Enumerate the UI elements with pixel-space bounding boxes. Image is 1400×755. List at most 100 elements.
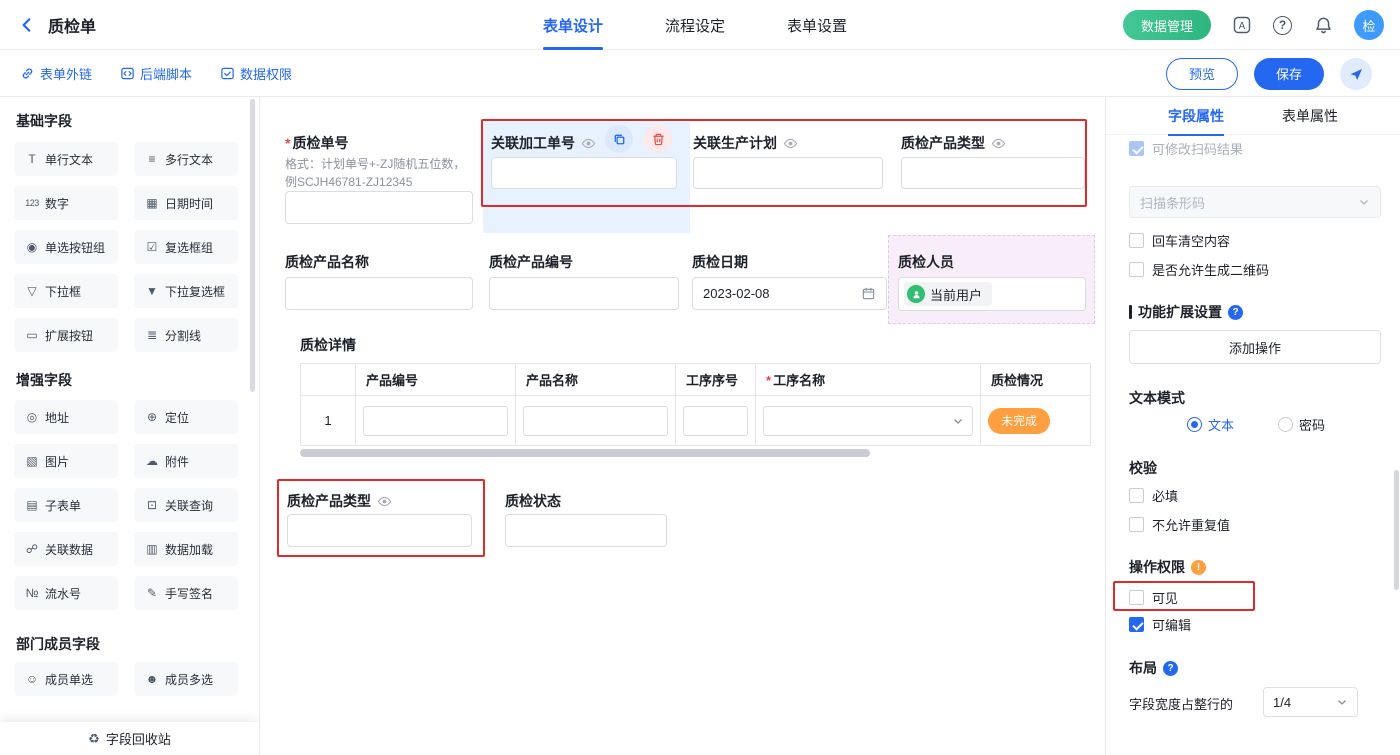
sidebar-item-member-multi[interactable]: ☻成员多选 — [134, 662, 238, 696]
translate-icon[interactable]: A — [1231, 14, 1253, 36]
data-load-icon: ▥ — [143, 542, 161, 556]
notification-bell-icon[interactable] — [1312, 14, 1334, 36]
tab-form-setting[interactable]: 表单设置 — [787, 0, 847, 50]
share-button[interactable] — [1340, 58, 1372, 90]
sidebar-item-extend-button[interactable]: ▭扩展按钮 — [14, 318, 118, 352]
sidebar-item-multi-line-text[interactable]: ≡多行文本 — [134, 142, 238, 176]
product-type-top-input[interactable] — [901, 157, 1085, 189]
checkbox-checked[interactable] — [1129, 617, 1144, 632]
sidebar-item-member-single[interactable]: ☺成员单选 — [14, 662, 118, 696]
radio-text[interactable]: 文本 — [1187, 415, 1234, 434]
required-checkbox-row[interactable]: 必填 — [1129, 486, 1178, 505]
warning-info-icon[interactable]: ! — [1191, 560, 1206, 575]
backend-script-link[interactable]: 后端脚本 — [120, 64, 192, 83]
sidebar-item-location[interactable]: ⊕定位 — [134, 400, 238, 434]
sidebar-item-datetime[interactable]: ▦日期时间 — [134, 186, 238, 220]
qc-staff-input[interactable]: 当前用户 — [898, 277, 1086, 311]
visibility-eye-icon[interactable] — [783, 136, 798, 151]
visibility-eye-icon[interactable] — [377, 494, 392, 509]
chevron-down-icon — [1358, 196, 1370, 208]
sidebar-item-radio-group[interactable]: ◉单选按钮组 — [14, 230, 118, 264]
product-no-input[interactable] — [489, 277, 679, 310]
tab-form-properties[interactable]: 表单属性 — [1282, 97, 1338, 135]
recycle-label: 字段回收站 — [106, 729, 171, 748]
sidebar-item-dropdown-multi[interactable]: ▼下拉复选框 — [134, 274, 238, 308]
checkbox-unchecked[interactable] — [1129, 517, 1144, 532]
sidebar-item-number[interactable]: 123数字 — [14, 186, 118, 220]
sidebar-item-subform[interactable]: ▤子表单 — [14, 488, 118, 522]
field-hint-line1: 格式：计划单号+-ZJ随机五位数， — [285, 155, 465, 172]
col-qc-result: 质检情况 — [981, 364, 1091, 396]
help-question-icon[interactable]: ? — [1163, 661, 1178, 676]
scan-mode-select[interactable]: 扫描条形码 — [1129, 186, 1381, 218]
sidebar-item-serial-number[interactable]: №流水号 — [14, 576, 118, 610]
sidebar-item-image[interactable]: ▧图片 — [14, 444, 118, 478]
sidebar-item-signature[interactable]: ✎手写签名 — [134, 576, 238, 610]
radio-unselected[interactable] — [1278, 417, 1293, 432]
product-name-input[interactable] — [285, 277, 473, 310]
radio-password[interactable]: 密码 — [1278, 415, 1325, 434]
preview-button[interactable]: 预览 — [1166, 58, 1238, 90]
sidebar-item-divider[interactable]: ≣分割线 — [134, 318, 238, 352]
cell-step-name-select[interactable] — [763, 406, 973, 436]
save-button[interactable]: 保存 — [1254, 58, 1324, 90]
sidebar-item-address[interactable]: ◎地址 — [14, 400, 118, 434]
data-permission-link[interactable]: 数据权限 — [220, 64, 292, 83]
properties-panel: 字段属性 表单属性 可修改扫码结果 扫描条形码 回车清空内容 是否允许生成二维码… — [1105, 97, 1400, 755]
field-recycle-bin[interactable]: ♻ 字段回收站 — [0, 722, 259, 755]
label-text: 关联加工单号 — [491, 133, 575, 153]
help-question-icon[interactable]: ? — [1228, 305, 1243, 320]
back-icon[interactable] — [16, 14, 38, 36]
editable-checkbox-row[interactable]: 可编辑 — [1129, 615, 1191, 634]
copy-field-button[interactable] — [605, 125, 633, 153]
item-label: 单行文本 — [45, 151, 93, 168]
product-type-bottom-input[interactable] — [287, 514, 472, 547]
checkbox-unchecked[interactable] — [1129, 233, 1144, 248]
sidebar-item-dropdown[interactable]: ▽下拉框 — [14, 274, 118, 308]
sidebar-item-linked-query[interactable]: ⊡关联查询 — [134, 488, 238, 522]
radio-selected[interactable] — [1187, 417, 1202, 432]
qc-status-input[interactable] — [505, 514, 667, 547]
scan-editable-checkbox-row[interactable]: 可修改扫码结果 — [1129, 139, 1243, 158]
process-order-input[interactable] — [491, 157, 677, 189]
no-duplicate-checkbox-row[interactable]: 不允许重复值 — [1129, 515, 1230, 534]
data-manage-button[interactable]: 数据管理 — [1123, 10, 1211, 40]
avatar[interactable]: 检 — [1354, 10, 1384, 40]
field-label-qc-no: * 质检单号 — [285, 133, 348, 153]
sidebar-item-single-line-text[interactable]: T单行文本 — [14, 142, 118, 176]
tab-flow-setting[interactable]: 流程设定 — [665, 0, 725, 50]
sidebar-item-data-load[interactable]: ▥数据加载 — [134, 532, 238, 566]
tab-field-properties[interactable]: 字段属性 — [1168, 97, 1224, 135]
checkbox-unchecked[interactable] — [1129, 262, 1144, 277]
prod-plan-input[interactable] — [693, 157, 883, 189]
help-icon[interactable]: ? — [1273, 16, 1292, 35]
visibility-eye-icon[interactable] — [581, 136, 596, 151]
subform-horizontal-scrollbar[interactable] — [300, 449, 870, 457]
checkbox-checked-disabled[interactable] — [1129, 141, 1144, 156]
sidebar-item-linked-data[interactable]: ☍关联数据 — [14, 532, 118, 566]
section-title-member-fields: 部门成员字段 — [16, 634, 100, 654]
sidebar-item-attachment[interactable]: ☁附件 — [134, 444, 238, 478]
checkbox-unchecked[interactable] — [1129, 590, 1144, 605]
add-action-button[interactable]: 添加操作 — [1129, 330, 1381, 364]
clear-on-enter-checkbox-row[interactable]: 回车清空内容 — [1129, 231, 1230, 250]
panel-scrollbar[interactable] — [1394, 470, 1399, 590]
allow-qrcode-checkbox-row[interactable]: 是否允许生成二维码 — [1129, 260, 1269, 279]
checkbox-unchecked[interactable] — [1129, 488, 1144, 503]
tab-form-design[interactable]: 表单设计 — [543, 0, 603, 50]
cell-step-no-input[interactable] — [683, 406, 748, 436]
cell-product-name-input[interactable] — [523, 406, 668, 436]
field-width-select[interactable]: 1/4 — [1263, 687, 1358, 717]
form-external-link[interactable]: 表单外链 — [20, 64, 92, 83]
item-label: 成员单选 — [45, 671, 93, 688]
visible-checkbox-row[interactable]: 可见 — [1129, 588, 1178, 607]
delete-field-button[interactable] — [644, 125, 672, 153]
sidebar-scrollbar[interactable] — [250, 99, 255, 392]
extension-settings-header: 功能扩展设置 ? — [1129, 302, 1243, 322]
sidebar-item-checkbox-group[interactable]: ☑复选框组 — [134, 230, 238, 264]
label-text: 工序名称 — [773, 373, 825, 388]
cell-product-no-input[interactable] — [363, 406, 508, 436]
qc-date-input[interactable]: 2023-02-08 — [692, 277, 887, 310]
visibility-eye-icon[interactable] — [991, 136, 1006, 151]
qc-no-input[interactable] — [285, 191, 473, 224]
